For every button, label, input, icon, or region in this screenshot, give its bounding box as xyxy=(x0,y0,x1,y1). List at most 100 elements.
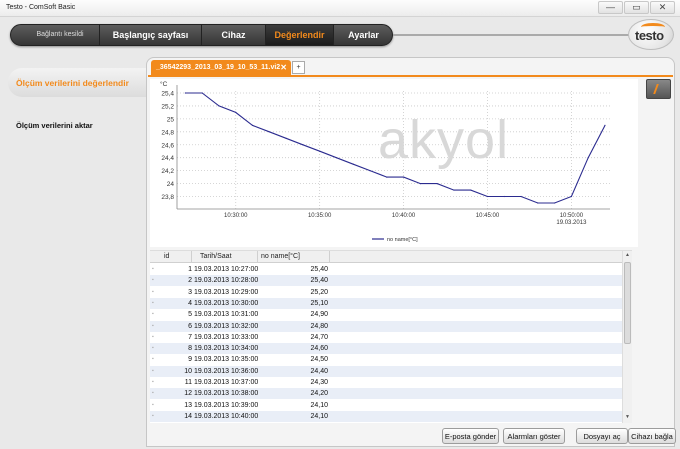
data-point xyxy=(369,170,371,172)
data-point xyxy=(470,189,472,191)
row-marker-icon: ▪ xyxy=(152,379,154,385)
cell-value: 24,40 xyxy=(310,367,328,375)
document-tab[interactable]: _36542293_2013_03_19_10_53_11.vi2 ✕ xyxy=(151,60,291,75)
data-point xyxy=(402,176,405,178)
edit-chart-icon[interactable] xyxy=(646,79,671,99)
nav-device[interactable]: Cihaz xyxy=(201,25,265,45)
table-row[interactable]: ▪ 2 19.03.2013 10:28:00 25,40 xyxy=(150,275,632,287)
maximize-button[interactable]: ▭ xyxy=(624,1,649,14)
column-header-id[interactable]: id xyxy=(150,251,192,263)
row-marker-icon: ▪ xyxy=(152,288,154,295)
cell-id: 3 xyxy=(188,288,192,296)
y-tick-label: 24,6 xyxy=(161,142,174,149)
scroll-up-icon[interactable]: ▲ xyxy=(624,252,631,260)
table-scrollbar[interactable]: ▲ ▼ xyxy=(622,251,632,423)
y-tick-label: 24,4 xyxy=(161,155,174,162)
sidebar-item-export-data[interactable]: Ölçüm verilerini aktar xyxy=(16,121,93,130)
data-point xyxy=(570,195,572,198)
cell-value: 24,50 xyxy=(310,356,328,364)
table-row[interactable]: ▪ 7 19.03.2013 10:33:00 24,70 xyxy=(150,332,632,343)
table-row[interactable]: ▪ 6 19.03.2013 10:32:00 24,80 xyxy=(150,320,632,332)
cell-value: 24,60 xyxy=(310,345,328,353)
table-row[interactable]: ▪ 14 19.03.2013 10:40:00 24,10 xyxy=(150,410,632,422)
data-point xyxy=(587,157,589,159)
y-tick-label: 25,4 xyxy=(161,91,174,98)
cell-id: 6 xyxy=(188,322,192,330)
table-row[interactable]: ▪ 8 19.03.2013 10:34:00 24,60 xyxy=(150,343,632,355)
data-point xyxy=(184,92,186,94)
data-point xyxy=(537,202,539,204)
table-row[interactable]: ▪ 11 19.03.2013 10:37:00 24,30 xyxy=(150,377,632,388)
table-row[interactable]: ▪ 13 19.03.2013 10:39:00 24,10 xyxy=(150,400,632,411)
data-point xyxy=(503,195,505,198)
cell-timestamp: 19.03.2013 10:40:00 xyxy=(194,412,259,420)
data-point xyxy=(319,150,321,152)
cell-value: 24,10 xyxy=(310,401,328,409)
row-marker-icon: ▪ xyxy=(152,266,154,272)
cell-value: 24,80 xyxy=(310,322,328,330)
testo-logo: testo xyxy=(628,19,674,50)
close-window-button[interactable]: ✕ xyxy=(650,1,675,14)
cell-timestamp: 19.03.2013 10:33:00 xyxy=(194,333,259,341)
row-marker-icon: ▪ xyxy=(152,311,154,318)
table-row[interactable]: ▪ 12 19.03.2013 10:38:00 24,20 xyxy=(150,388,632,400)
data-point xyxy=(436,182,438,185)
data-point xyxy=(218,105,220,107)
y-tick-label: 23,8 xyxy=(161,194,174,201)
send-email-button[interactable]: E-posta gönder xyxy=(442,428,499,444)
close-tab-icon[interactable]: ✕ xyxy=(280,60,287,75)
table-row[interactable]: ▪ 1 19.03.2013 10:27:00 25,40 xyxy=(150,264,632,275)
row-marker-icon: ▪ xyxy=(152,299,154,306)
nav-divider xyxy=(393,34,633,36)
table-row[interactable]: ▪ 3 19.03.2013 10:29:00 25,20 xyxy=(150,287,632,298)
tab-underline xyxy=(148,75,673,77)
column-header-timestamp[interactable]: Tarih/Saat xyxy=(192,251,258,263)
data-point xyxy=(419,182,421,185)
scroll-down-icon[interactable]: ▼ xyxy=(624,414,631,422)
table-header: id Tarih/Saat no name[°C] xyxy=(150,251,632,263)
table-row[interactable]: ▪ 10 19.03.2013 10:36:00 24,40 xyxy=(150,365,632,377)
cell-timestamp: 19.03.2013 10:36:00 xyxy=(194,367,259,375)
scrollbar-thumb[interactable] xyxy=(624,262,631,344)
main-navigation: Bağlantı kesildi Başlangıç sayfası Cihaz… xyxy=(10,24,393,46)
cell-timestamp: 19.03.2013 10:35:00 xyxy=(194,356,259,364)
nav-settings[interactable]: Ayarlar xyxy=(333,25,393,45)
cell-id: 11 xyxy=(184,379,192,386)
cell-id: 8 xyxy=(188,345,192,353)
x-tick-label: 10:35:00 xyxy=(308,213,332,219)
add-tab-button[interactable]: + xyxy=(292,61,305,74)
cell-id: 9 xyxy=(188,356,192,364)
table-row[interactable]: ▪ 5 19.03.2013 10:31:00 24,90 xyxy=(150,309,632,320)
column-header-value[interactable]: no name[°C] xyxy=(258,251,330,263)
connect-device-button[interactable]: Cihazı bağla xyxy=(628,428,676,444)
open-file-button[interactable]: Dosyayı aç xyxy=(576,428,628,444)
logo-text: testo xyxy=(635,28,664,43)
table-row[interactable]: ▪ 9 19.03.2013 10:35:00 24,50 xyxy=(150,354,632,365)
y-tick-label: 25,2 xyxy=(161,103,174,110)
cell-value: 24,30 xyxy=(310,379,328,386)
cell-timestamp: 19.03.2013 10:39:00 xyxy=(194,401,259,409)
minimize-button[interactable]: — xyxy=(598,1,623,14)
cell-value: 25,40 xyxy=(310,266,328,273)
table-row[interactable]: ▪ 4 19.03.2013 10:30:00 25,10 xyxy=(150,297,632,309)
data-point xyxy=(352,163,354,165)
nav-home[interactable]: Başlangıç sayfası xyxy=(99,25,201,45)
cell-timestamp: 19.03.2013 10:31:00 xyxy=(194,311,259,319)
cell-timestamp: 19.03.2013 10:38:00 xyxy=(194,390,259,398)
cell-value: 25,10 xyxy=(310,299,328,307)
y-tick-label: 24,8 xyxy=(161,129,174,136)
data-point xyxy=(302,144,304,146)
data-point xyxy=(201,92,203,94)
cell-id: 1 xyxy=(188,266,192,273)
cell-value: 24,20 xyxy=(310,390,328,398)
cell-timestamp: 19.03.2013 10:37:00 xyxy=(194,379,259,386)
cell-id: 5 xyxy=(188,311,192,319)
y-tick-label: 25 xyxy=(167,116,175,123)
data-point xyxy=(554,202,556,204)
data-point xyxy=(285,137,287,139)
nav-disconnected[interactable]: Bağlantı kesildi xyxy=(21,25,99,45)
nav-evaluate[interactable]: Değerlendir xyxy=(265,25,333,45)
cell-timestamp: 19.03.2013 10:30:00 xyxy=(194,299,259,307)
show-alarms-button[interactable]: Alarmları göster xyxy=(503,428,565,444)
sidebar-item-evaluate-data[interactable]: Ölçüm verilerini değerlendir xyxy=(8,68,146,97)
